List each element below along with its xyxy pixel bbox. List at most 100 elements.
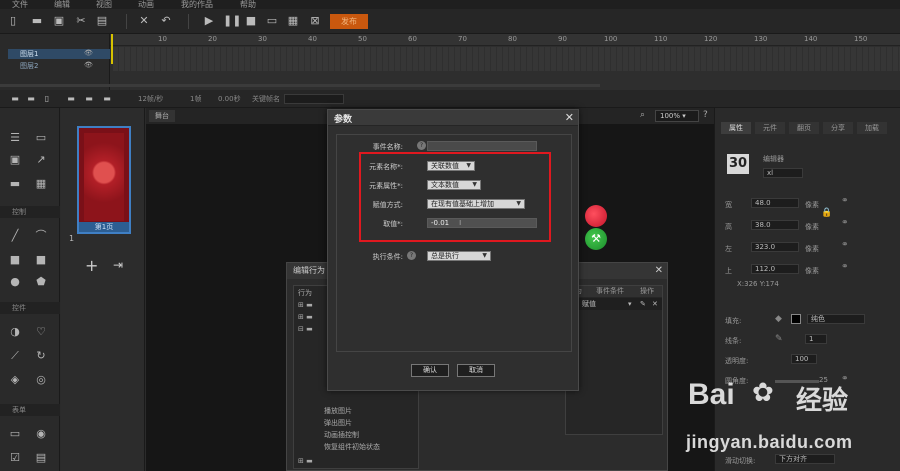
- tab-pageturn[interactable]: 翻页: [789, 122, 819, 134]
- left-input[interactable]: 323.0: [751, 242, 799, 252]
- add-layer-icon[interactable]: ▬: [8, 92, 22, 106]
- tree-folder-icon[interactable]: ⊞ ▬: [298, 312, 313, 322]
- text-icon[interactable]: ▬: [8, 178, 22, 190]
- help-icon[interactable]: ?: [417, 141, 426, 150]
- help-icon[interactable]: ?: [407, 251, 416, 260]
- new-file-icon[interactable]: ▯: [6, 14, 20, 28]
- layer-row-1[interactable]: 图层1: [8, 49, 110, 59]
- pen-icon[interactable]: ✎: [775, 334, 783, 344]
- blank-frame-icon[interactable]: ▬: [100, 92, 114, 106]
- link-icon[interactable]: ⚭: [841, 240, 849, 250]
- stage-red-button[interactable]: [585, 205, 607, 227]
- zoom-select[interactable]: 100% ▾: [655, 110, 699, 122]
- heart-icon[interactable]: ♡: [34, 326, 48, 338]
- fill-color-swatch[interactable]: [791, 314, 801, 324]
- tree-item[interactable]: 恢复组件初始状态: [324, 442, 380, 452]
- link-icon[interactable]: ⚭: [841, 262, 849, 272]
- select-icon[interactable]: ▤: [34, 452, 48, 464]
- save-icon[interactable]: ▣: [52, 14, 66, 28]
- monitor-icon[interactable]: ▭: [34, 132, 48, 144]
- section-form[interactable]: 表单: [0, 404, 60, 416]
- close-icon[interactable]: ✕: [565, 111, 574, 124]
- rotate-icon[interactable]: ↻: [34, 350, 48, 362]
- frame-grid[interactable]: [113, 47, 900, 71]
- tree-folder-icon[interactable]: ⊞ ▬: [298, 300, 313, 310]
- close-icon[interactable]: ✕: [655, 265, 663, 276]
- grid-icon[interactable]: ▦: [286, 14, 300, 28]
- layer-row-2[interactable]: 图层2: [8, 61, 110, 71]
- font-field[interactable]: xl: [763, 168, 803, 178]
- rounded-rect-icon[interactable]: ■: [34, 254, 48, 266]
- folder-icon[interactable]: ▬: [24, 92, 38, 106]
- keyframe-name-input[interactable]: [284, 94, 344, 104]
- preview-icon[interactable]: ▭: [265, 14, 279, 28]
- tab-elements[interactable]: 元件: [755, 122, 785, 134]
- timeline-ruler[interactable]: 10 20 30 40 50 60 70 80 90 100 110 120 1…: [110, 34, 900, 46]
- help-icon[interactable]: ?: [703, 110, 708, 120]
- target-icon[interactable]: ◎: [34, 374, 48, 386]
- tree-item[interactable]: 动画插控制: [324, 430, 359, 440]
- tree-folder-icon[interactable]: ⊞ ▬: [298, 456, 313, 466]
- lock-icon[interactable]: 🔒: [821, 208, 832, 218]
- delete-icon[interactable]: ✕: [652, 298, 658, 310]
- tab-loading[interactable]: 加载: [857, 122, 887, 134]
- grid-icon[interactable]: ▦: [34, 178, 48, 190]
- width-input[interactable]: 48.0: [751, 198, 799, 208]
- confirm-button[interactable]: 确认: [411, 364, 449, 377]
- top-input[interactable]: 112.0: [751, 264, 799, 274]
- paste-icon[interactable]: ▤: [95, 14, 109, 28]
- link-icon[interactable]: ⚭: [841, 218, 849, 228]
- tree-folder-icon[interactable]: ⊟ ▬: [298, 324, 313, 334]
- search-icon[interactable]: ⌕: [640, 110, 645, 120]
- cube-icon[interactable]: ◈: [8, 374, 22, 386]
- tab-properties[interactable]: 属性: [721, 122, 751, 134]
- checkbox-icon[interactable]: ☑: [8, 452, 22, 464]
- stage-green-button[interactable]: ⚒: [585, 228, 607, 250]
- paint-bucket-icon[interactable]: ◆: [775, 314, 782, 324]
- tab-share[interactable]: 分享: [823, 122, 853, 134]
- section-component[interactable]: 控件: [0, 302, 60, 314]
- import-page-icon[interactable]: ⇥: [113, 258, 123, 272]
- section-control[interactable]: 控制: [0, 206, 60, 218]
- tree-item[interactable]: 弹出图片: [324, 418, 352, 428]
- undo-icon[interactable]: ↶: [159, 14, 173, 28]
- cut-icon[interactable]: ✂: [74, 14, 88, 28]
- playhead[interactable]: [111, 34, 113, 64]
- publish-icon[interactable]: ⊠: [308, 14, 322, 28]
- stage-tab[interactable]: 舞台: [149, 110, 175, 122]
- line-icon[interactable]: ╱: [8, 230, 22, 242]
- close-icon[interactable]: ✕: [137, 14, 151, 28]
- anim-select[interactable]: 下方对齐: [775, 454, 835, 464]
- play-icon[interactable]: ▶: [202, 14, 216, 28]
- stop-icon[interactable]: ■: [244, 14, 258, 28]
- list-icon[interactable]: ☰: [8, 132, 22, 144]
- page-thumbnail[interactable]: 第1页: [77, 126, 131, 234]
- eye-icon[interactable]: 👁: [84, 61, 93, 69]
- dropdown-icon[interactable]: ▾: [628, 298, 632, 310]
- eye-icon[interactable]: 👁: [84, 49, 93, 57]
- keyframe-icon[interactable]: ▬: [82, 92, 96, 106]
- opacity-input[interactable]: 100: [791, 354, 817, 364]
- condition-select[interactable]: 总是执行 ▼: [427, 251, 491, 261]
- open-folder-icon[interactable]: ▬: [30, 14, 44, 28]
- tree-item[interactable]: 播放图片: [324, 406, 352, 416]
- input-icon[interactable]: ▭: [8, 428, 22, 440]
- height-input[interactable]: 38.0: [751, 220, 799, 230]
- curve-icon[interactable]: ⌒: [34, 230, 48, 242]
- cancel-button[interactable]: 取消: [457, 364, 495, 377]
- chart-icon[interactable]: ↗: [34, 154, 48, 166]
- link-icon[interactable]: ⚭: [841, 196, 849, 206]
- circle-icon[interactable]: ●: [8, 276, 22, 288]
- toggle-icon[interactable]: ◑: [8, 326, 22, 338]
- rect-icon[interactable]: ■: [8, 254, 22, 266]
- edit-icon[interactable]: ✎: [640, 298, 646, 310]
- wand-icon[interactable]: ⟋: [8, 350, 22, 362]
- image-icon[interactable]: ▣: [8, 154, 22, 166]
- delete-icon[interactable]: ▯: [40, 92, 54, 106]
- pentagon-icon[interactable]: ⬟: [34, 276, 48, 288]
- line-width-input[interactable]: 1: [805, 334, 827, 344]
- frame-icon[interactable]: ▬: [64, 92, 78, 106]
- timeline-scrollbar[interactable]: [0, 84, 600, 87]
- event-name-input[interactable]: [427, 141, 537, 151]
- publish-button[interactable]: 发布: [330, 14, 368, 29]
